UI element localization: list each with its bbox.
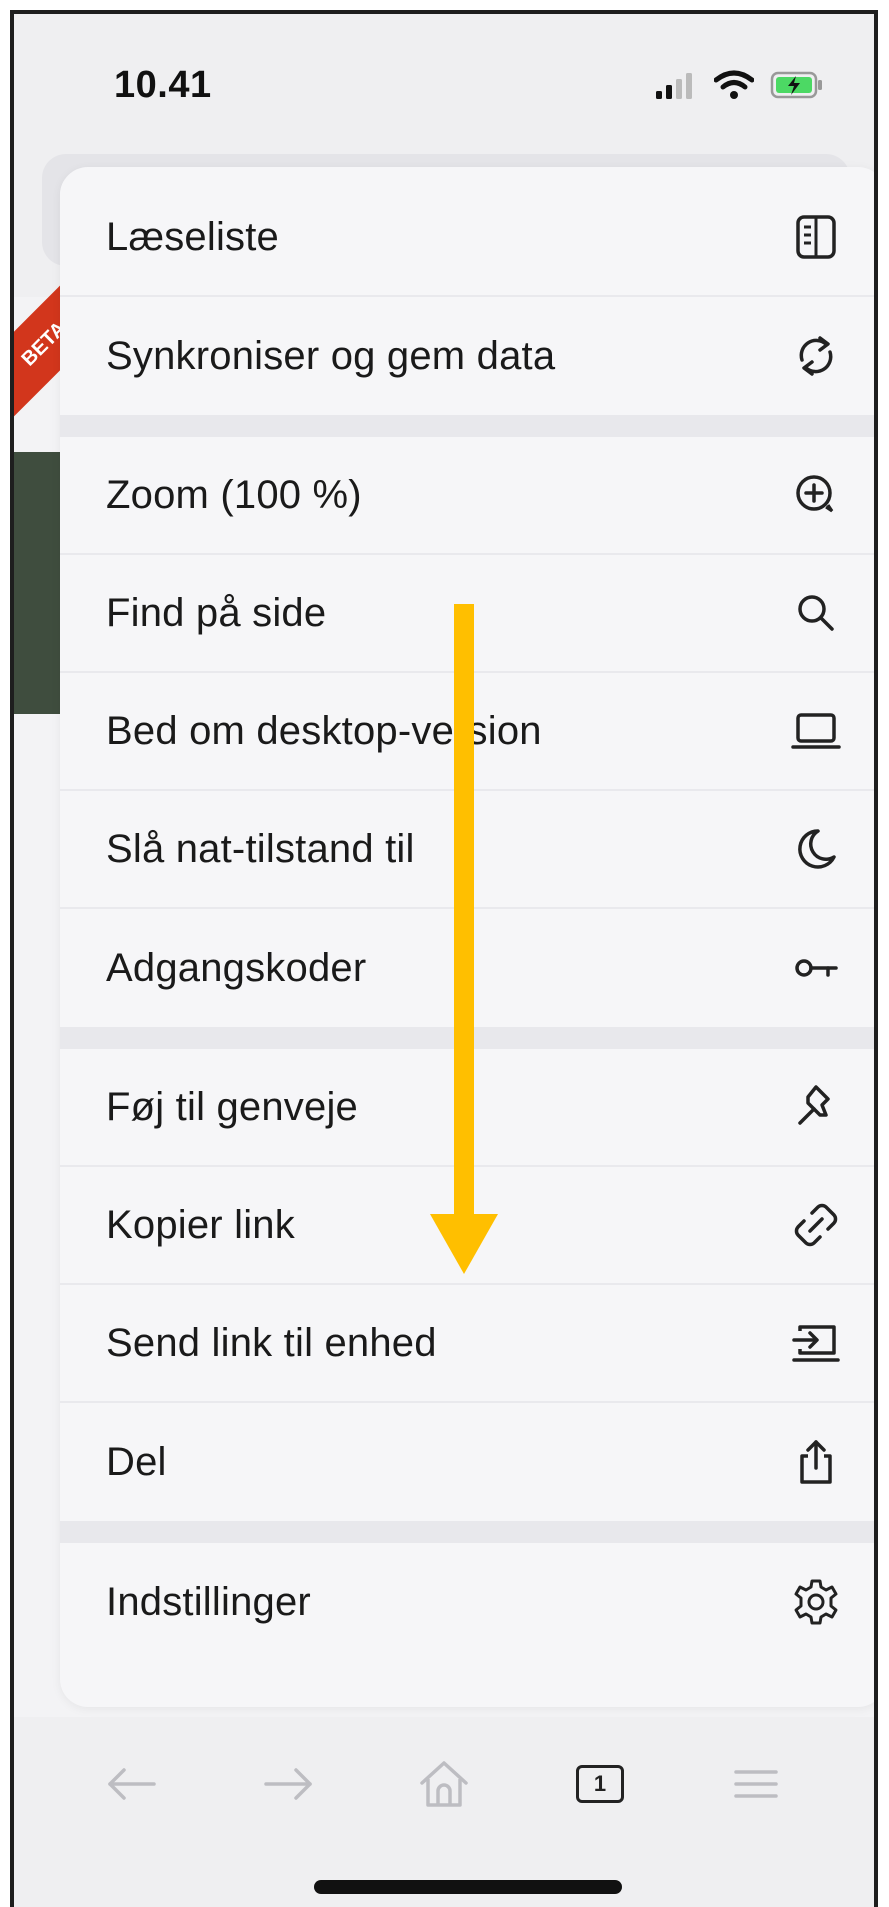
arrow-left-icon[interactable] xyxy=(97,1749,167,1819)
overflow-menu: Læseliste Synkroniser og gem data Zoom (… xyxy=(60,167,874,1707)
menu-item-label: Føj til genveje xyxy=(106,1084,358,1129)
arrow-right-icon[interactable] xyxy=(253,1749,323,1819)
key-icon xyxy=(790,942,842,994)
laptop-icon xyxy=(790,705,842,757)
phone-screen: 10.41 BETA Læseliste Synkroniser og gem … xyxy=(10,10,878,1907)
menu-item-label: Læseliste xyxy=(106,214,279,259)
menu-item-label: Bed om desktop-version xyxy=(106,708,542,753)
menu-item-label: Kopier link xyxy=(106,1202,295,1247)
status-bar: 10.41 xyxy=(14,14,874,154)
home-indicator xyxy=(314,1880,622,1894)
pin-icon xyxy=(790,1081,842,1133)
status-time: 10.41 xyxy=(114,64,212,106)
menu-item-label: Find på side xyxy=(106,590,327,635)
menu-group-separator xyxy=(60,415,874,437)
menu-item-passwords[interactable]: Adgangskoder xyxy=(60,909,874,1027)
menu-item-settings[interactable]: Indstillinger xyxy=(60,1543,874,1661)
link-icon xyxy=(790,1199,842,1251)
menu-item-label: Synkroniser og gem data xyxy=(106,333,556,378)
menu-item-reading-list[interactable]: Læseliste xyxy=(60,179,874,297)
menu-group-separator xyxy=(60,1027,874,1049)
home-icon[interactable] xyxy=(409,1749,479,1819)
menu-item-label: Indstillinger xyxy=(106,1579,311,1624)
menu-item-add-shortcut[interactable]: Føj til genveje xyxy=(60,1049,874,1167)
gear-icon xyxy=(790,1576,842,1628)
menu-item-sync[interactable]: Synkroniser og gem data xyxy=(60,297,874,415)
battery-charging-icon xyxy=(770,70,824,105)
menu-item-share[interactable]: Del xyxy=(60,1403,874,1521)
menu-item-label: Zoom (100 %) xyxy=(106,472,362,517)
reading-list-icon xyxy=(790,211,842,263)
menu-item-label: Adgangskoder xyxy=(106,945,367,990)
menu-item-label: Send link til enhed xyxy=(106,1320,437,1365)
menu-group-separator xyxy=(60,1521,874,1543)
menu-item-find-on-page[interactable]: Find på side xyxy=(60,555,874,673)
bottom-toolbar: 1 xyxy=(14,1724,874,1844)
search-icon xyxy=(790,587,842,639)
menu-item-night-mode[interactable]: Slå nat-tilstand til xyxy=(60,791,874,909)
menu-item-label: Slå nat-tilstand til xyxy=(106,826,415,871)
tabs-button[interactable]: 1 xyxy=(565,1749,635,1819)
status-icons xyxy=(654,70,824,105)
tab-count: 1 xyxy=(576,1765,624,1803)
menu-item-send-to-device[interactable]: Send link til enhed xyxy=(60,1285,874,1403)
wifi-icon xyxy=(713,70,755,105)
hamburger-menu-icon[interactable] xyxy=(721,1749,791,1819)
menu-item-copy-link[interactable]: Kopier link xyxy=(60,1167,874,1285)
sync-icon xyxy=(790,330,842,382)
moon-icon xyxy=(790,823,842,875)
zoom-in-icon xyxy=(790,469,842,521)
menu-item-label: Del xyxy=(106,1439,167,1484)
share-icon xyxy=(790,1436,842,1488)
send-to-device-icon xyxy=(790,1317,842,1369)
menu-item-zoom[interactable]: Zoom (100 %) xyxy=(60,437,874,555)
menu-item-desktop-version[interactable]: Bed om desktop-version xyxy=(60,673,874,791)
cellular-signal-icon xyxy=(654,71,698,104)
